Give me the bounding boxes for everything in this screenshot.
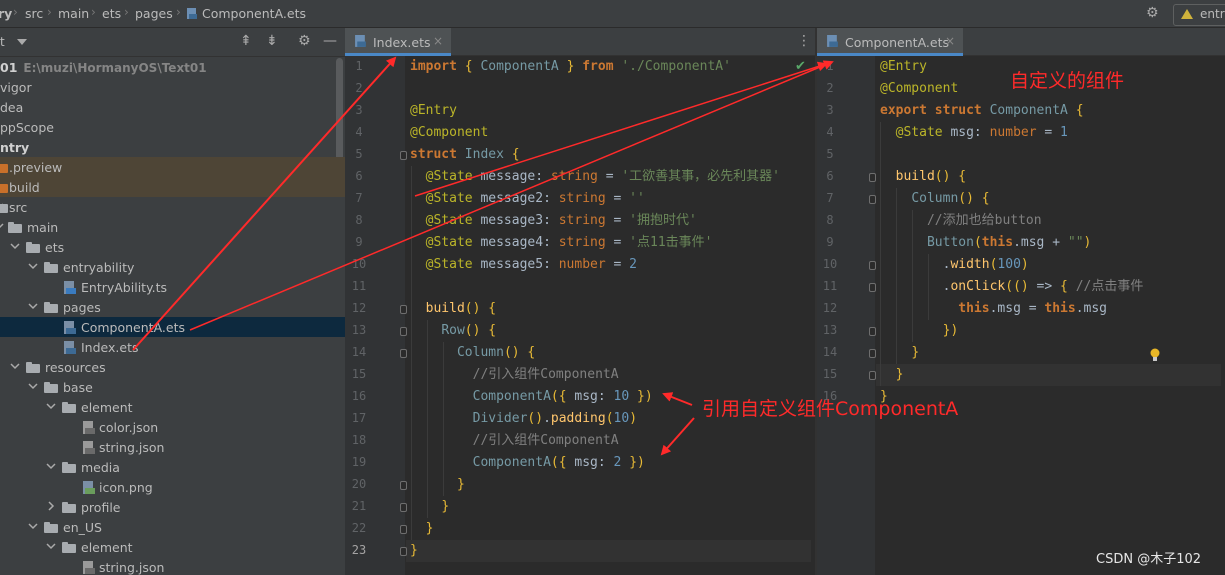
arrow-to-usage-1 [662, 392, 693, 406]
watermark: CSDN @木子102 [1096, 552, 1202, 567]
arrow-to-componenta-tab [189, 60, 834, 331]
arrow-to-usage-2 [660, 417, 695, 456]
arrow-to-import [414, 61, 828, 197]
arrow-to-index-tab [132, 56, 397, 351]
annotation-arrows [132, 56, 834, 456]
